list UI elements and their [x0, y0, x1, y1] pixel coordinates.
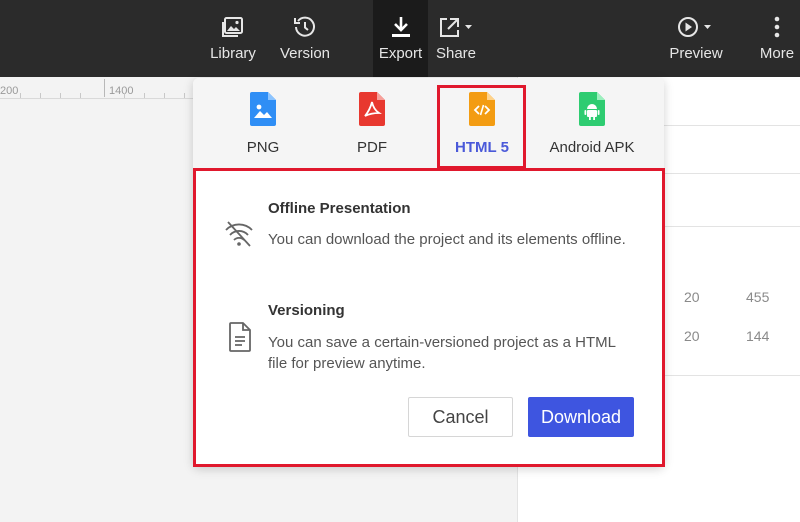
ruler-mini-tick [124, 93, 125, 98]
ruler-tick [104, 79, 105, 97]
property-value[interactable]: 144 [746, 328, 769, 344]
share-button[interactable]: Share [430, 0, 482, 77]
ruler-mini-tick [60, 93, 61, 98]
horizontal-ruler: 200 1400 [0, 77, 200, 99]
library-label: Library [210, 45, 256, 62]
pdf-file-icon [359, 92, 385, 130]
property-value[interactable]: 455 [746, 289, 769, 305]
history-icon [294, 12, 316, 42]
library-button[interactable]: Library [203, 0, 263, 77]
highlight-box [437, 85, 526, 169]
share-icon [438, 12, 474, 42]
download-icon [391, 12, 411, 42]
export-label: Export [378, 45, 423, 62]
ruler-mini-tick [20, 93, 21, 98]
share-label: Share [435, 45, 477, 62]
ruler-mini-tick [80, 93, 81, 98]
format-label: PNG [246, 139, 280, 156]
version-label: Version [279, 45, 331, 62]
ruler-mini-tick [164, 93, 165, 98]
ruler-label: 1400 [109, 85, 134, 97]
property-value[interactable]: 20 [684, 328, 700, 344]
version-button[interactable]: Version [275, 0, 335, 77]
ruler-mini-tick [144, 93, 145, 98]
preview-button[interactable]: Preview [665, 0, 727, 77]
more-button[interactable]: More [755, 0, 799, 77]
ruler-mini-tick [184, 93, 185, 98]
preview-label: Preview [669, 45, 723, 62]
highlight-box [193, 168, 665, 467]
format-label: PDF [357, 139, 387, 156]
more-label: More [759, 45, 795, 62]
property-value[interactable]: 20 [684, 289, 700, 305]
ruler-label: 200 [0, 85, 19, 97]
png-file-icon [250, 92, 276, 130]
play-circle-icon [677, 12, 715, 42]
top-toolbar: Library Version Export Share Preview Mor… [0, 0, 800, 77]
format-tab-png[interactable]: PNG [208, 92, 318, 162]
vertical-dots-icon [774, 12, 780, 42]
format-tab-pdf[interactable]: PDF [317, 92, 427, 162]
export-button[interactable]: Export [373, 0, 428, 77]
image-library-icon [222, 12, 244, 42]
format-tab-android-apk[interactable]: Android APK [537, 92, 647, 162]
ruler-mini-tick [40, 93, 41, 98]
android-file-icon [579, 92, 605, 130]
format-label: Android APK [549, 139, 635, 156]
